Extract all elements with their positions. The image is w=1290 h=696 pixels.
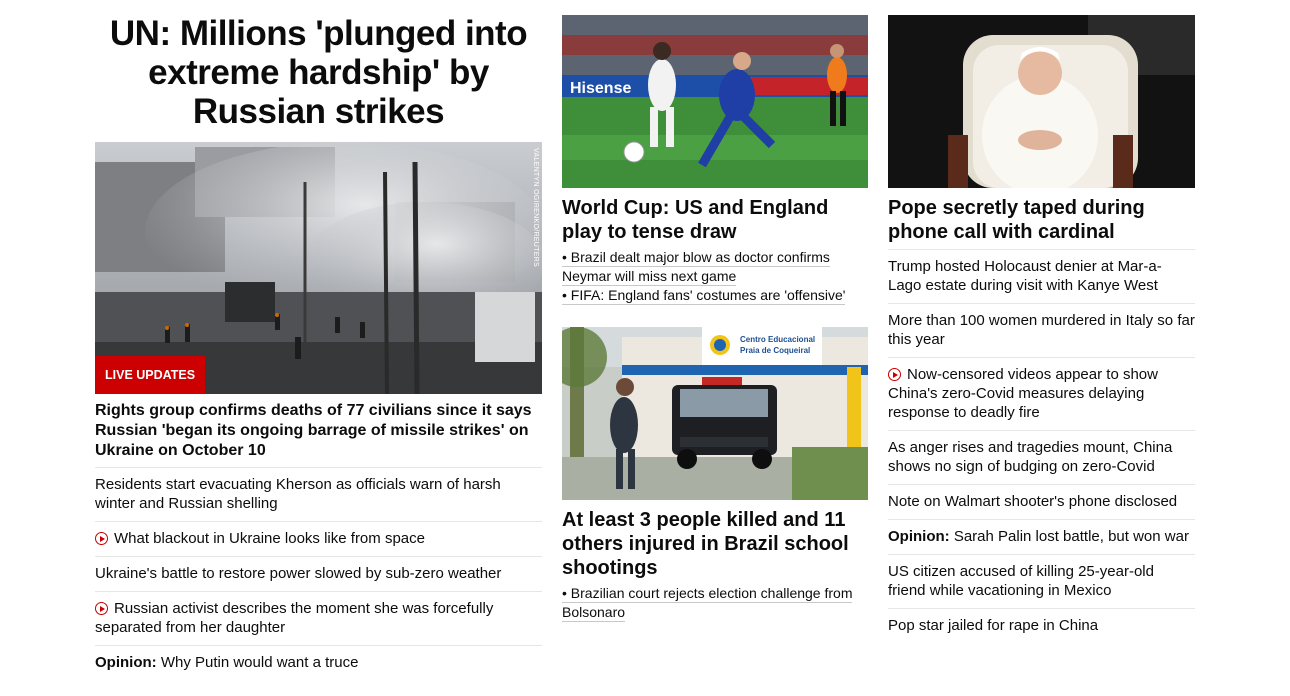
opinion-link[interactable]: Opinion: Sarah Palin lost battle, but wo… xyxy=(888,528,1189,545)
list-item-link[interactable]: What blackout in Ukraine looks like from… xyxy=(114,530,425,547)
opinion-label: Opinion: xyxy=(95,654,157,671)
right-news-list: Trump hosted Holocaust denier at Mar-a-L… xyxy=(888,249,1195,643)
sublink-item[interactable]: • FIFA: England fans' costumes are 'offe… xyxy=(562,286,868,305)
list-item-link[interactable]: As anger rises and tragedies mount, Chin… xyxy=(888,439,1172,475)
list-item-link[interactable]: Ukraine's battle to restore power slowed… xyxy=(95,565,501,582)
brazil-school-headline[interactable]: At least 3 people killed and 11 others i… xyxy=(562,508,868,580)
opinion-text: Why Putin would want a truce xyxy=(160,654,359,671)
list-item-link[interactable]: Pop star jailed for rape in China xyxy=(888,617,1098,634)
sublink[interactable]: • Brazil dealt major blow as doctor conf… xyxy=(562,249,830,286)
list-item[interactable]: Residents start evacuating Kherson as of… xyxy=(95,467,542,521)
pope-photo xyxy=(888,15,1195,188)
hero-image[interactable]: VALENTYN OGIRENKO/REUTERS LIVE UPDATES xyxy=(95,142,542,394)
list-item[interactable]: More than 100 women murdered in Italy so… xyxy=(888,303,1195,357)
list-item[interactable]: Pop star jailed for rape in China xyxy=(888,608,1195,643)
sublink[interactable]: • Brazilian court rejects election chall… xyxy=(562,585,853,622)
list-item-link[interactable]: Note on Walmart shooter's phone disclose… xyxy=(888,493,1177,510)
main-headline-link[interactable]: UN: Millions 'plunged into extreme hards… xyxy=(95,14,542,131)
opinion-link[interactable]: Opinion: Why Putin would want a truce xyxy=(95,654,358,671)
list-item[interactable]: Trump hosted Holocaust denier at Mar-a-L… xyxy=(888,249,1195,303)
worldcup-photo: Hisense xyxy=(562,15,868,188)
school-sign-line2: Praia de Coqueiral xyxy=(740,346,810,355)
pope-headline[interactable]: Pope secretly taped during phone call wi… xyxy=(888,196,1195,244)
list-item[interactable]: As anger rises and tragedies mount, Chin… xyxy=(888,430,1195,484)
opinion-text: Sarah Palin lost battle, but won war xyxy=(953,528,1189,545)
list-item[interactable]: US citizen accused of killing 25-year-ol… xyxy=(888,554,1195,608)
live-updates-badge: LIVE UPDATES xyxy=(95,356,206,394)
brazil-sublinks: • Brazilian court rejects election chall… xyxy=(562,584,868,622)
list-item-link[interactable]: Residents start evacuating Kherson as of… xyxy=(95,476,501,512)
stadium-ad-text: Hisense xyxy=(570,80,631,97)
sublink-item[interactable]: • Brazil dealt major blow as doctor conf… xyxy=(562,248,868,286)
ukraine-related-list: Residents start evacuating Kherson as of… xyxy=(95,467,542,680)
list-item[interactable]: Russian activist describes the moment sh… xyxy=(95,591,542,645)
list-item[interactable]: Opinion: Why Putin would want a truce xyxy=(95,645,542,680)
list-item-link[interactable]: US citizen accused of killing 25-year-ol… xyxy=(888,563,1154,599)
column-ukraine: UN: Millions 'plunged into extreme hards… xyxy=(95,0,542,671)
list-item-link[interactable]: More than 100 women murdered in Italy so… xyxy=(888,312,1195,348)
list-item[interactable]: Note on Walmart shooter's phone disclose… xyxy=(888,484,1195,519)
opinion-label: Opinion: xyxy=(888,528,950,545)
worldcup-headline[interactable]: World Cup: US and England play to tense … xyxy=(562,196,868,244)
worldcup-image[interactable]: Hisense xyxy=(562,15,868,188)
list-item[interactable]: Now-censored videos appear to show China… xyxy=(888,357,1195,430)
school-sign-line1: Centro Educacional xyxy=(740,335,815,344)
list-item[interactable]: Ukraine's battle to restore power slowed… xyxy=(95,556,542,591)
worldcup-sublinks: • Brazil dealt major blow as doctor conf… xyxy=(562,248,868,305)
list-item[interactable]: What blackout in Ukraine looks like from… xyxy=(95,521,542,556)
sublink-item[interactable]: • Brazilian court rejects election chall… xyxy=(562,584,868,622)
sublink[interactable]: • FIFA: England fans' costumes are 'offe… xyxy=(562,287,846,305)
list-item[interactable]: Opinion: Sarah Palin lost battle, but wo… xyxy=(888,519,1195,554)
brazil-school-image[interactable]: Centro Educacional Praia de Coqueiral xyxy=(562,327,868,500)
photo-credit: VALENTYN OGIRENKO/REUTERS xyxy=(532,148,539,268)
list-item-link[interactable]: Russian activist describes the moment sh… xyxy=(95,600,493,636)
list-item-link[interactable]: Now-censored videos appear to show China… xyxy=(888,366,1158,421)
play-video-icon xyxy=(888,368,901,381)
brazil-school-photo: Centro Educacional Praia de Coqueiral xyxy=(562,327,868,500)
lead-story-link[interactable]: Rights group confirms deaths of 77 civil… xyxy=(95,401,542,461)
play-video-icon xyxy=(95,602,108,615)
list-item-link[interactable]: Trump hosted Holocaust denier at Mar-a-L… xyxy=(888,258,1162,294)
main-headline[interactable]: UN: Millions 'plunged into extreme hards… xyxy=(95,14,542,131)
play-video-icon xyxy=(95,532,108,545)
pope-image[interactable] xyxy=(888,15,1195,188)
